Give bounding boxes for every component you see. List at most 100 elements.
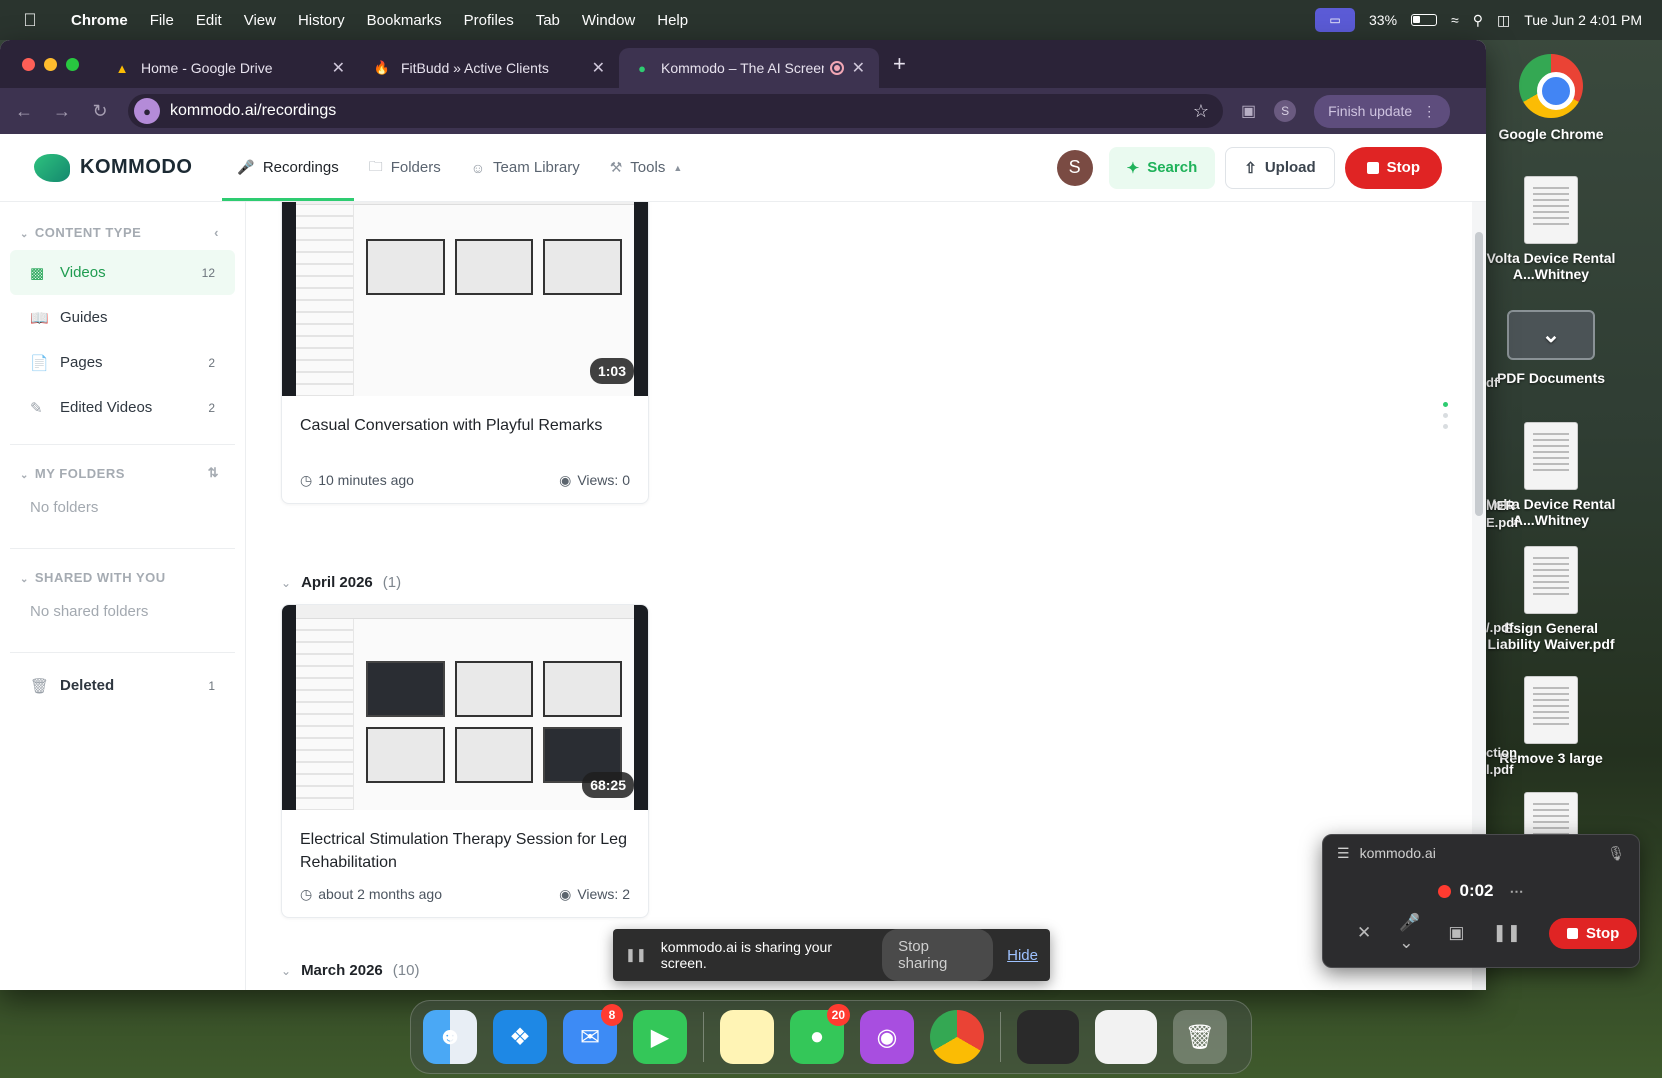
trash-icon: 🗑 <box>30 677 50 695</box>
menu-tab[interactable]: Tab <box>525 12 571 29</box>
sidebar: ⌄ CONTENT TYPE ‹ ▩ Videos 12 📖 Guides 📄 P… <box>0 202 246 990</box>
mail-icon[interactable]: ✉ 8 <box>563 1004 623 1064</box>
desktop-icon-volta-1[interactable]: Volta Device Rental A...Whitney <box>1476 176 1626 282</box>
profile-avatar[interactable]: S <box>1274 100 1297 122</box>
facetime-icon[interactable]: ▶ <box>633 1010 687 1064</box>
close-tab-icon[interactable]: ✕ <box>332 58 345 78</box>
desktop-partial-label: ction <box>1486 745 1518 760</box>
stop-sharing-button[interactable]: Stop sharing <box>882 929 994 981</box>
kommodo-logo[interactable]: KOMMODO <box>34 153 192 182</box>
screen-mirroring-icon[interactable]: ▭ <box>1315 8 1355 32</box>
sidebar-item-deleted[interactable]: 🗑 Deleted 1 <box>10 663 235 708</box>
group-header-march-2026[interactable]: ⌄ March 2026 (10) <box>281 962 419 979</box>
tab-google-drive[interactable]: ▲ Home - Google Drive ✕ <box>99 48 359 88</box>
mic-icon[interactable]: ● <box>134 98 160 124</box>
pause-icon[interactable]: ❚❚ <box>1492 923 1521 943</box>
notes-icon[interactable] <box>720 1010 774 1064</box>
menu-app-chrome[interactable]: Chrome <box>60 12 139 29</box>
finish-update-button[interactable]: Finish update ⋮ <box>1314 94 1451 128</box>
camera-off-icon[interactable]: ▣ <box>1448 923 1464 943</box>
forward-arrow-icon[interactable]: → <box>52 101 72 122</box>
close-window-button[interactable] <box>22 57 35 71</box>
group-header-april-2026[interactable]: ⌄ April 2026 (1) <box>281 574 401 591</box>
scrollbar-thumb[interactable] <box>1475 232 1483 516</box>
desktop-icon-pdf-documents[interactable]: ⌄ PDF Documents <box>1476 310 1626 386</box>
battery-icon[interactable] <box>1411 14 1438 26</box>
chevron-down-icon: ⌄ <box>20 573 29 585</box>
tab-fitbudd[interactable]: 🔥 FitBudd » Active Clients ✕ <box>359 48 619 88</box>
minimize-window-button[interactable] <box>44 57 57 71</box>
tab-bar: ▲ Home - Google Drive ✕ 🔥 FitBudd » Acti… <box>0 40 1486 88</box>
bookmark-star-icon[interactable]: ☆ <box>1193 101 1209 122</box>
video-title[interactable]: Casual Conversation with Playful Remarks <box>300 414 630 460</box>
sidebar-item-guides[interactable]: 📖 Guides <box>10 295 235 340</box>
nav-team-library[interactable]: ☺ Team Library <box>456 134 595 201</box>
mic-icon[interactable]: 🎙 <box>1607 845 1625 862</box>
user-avatar[interactable]: S <box>1056 149 1093 186</box>
menu-view[interactable]: View <box>233 12 287 29</box>
more-options-icon[interactable]: ⋯ <box>1510 883 1524 900</box>
finder-icon[interactable]: ☻ <box>423 1010 477 1064</box>
sidebar-item-videos[interactable]: ▩ Videos 12 <box>10 250 235 295</box>
video-title[interactable]: Electrical Stimulation Therapy Session f… <box>300 828 630 874</box>
hide-link[interactable]: Hide <box>1007 947 1038 964</box>
nav-tools[interactable]: ⚒ Tools ▲ <box>595 134 698 201</box>
close-tab-icon[interactable]: ✕ <box>852 58 865 78</box>
video-card[interactable]: 1:03 Casual Conversation with Playful Re… <box>281 202 649 504</box>
recent-document-thumbnail-icon[interactable] <box>1095 1010 1157 1064</box>
close-tab-icon[interactable]: ✕ <box>592 58 605 78</box>
address-bar[interactable]: ● kommodo.ai/recordings ☆ <box>128 94 1223 128</box>
nav-recordings[interactable]: 🎤 Recordings <box>222 134 355 201</box>
section-content-type[interactable]: ⌄ CONTENT TYPE ‹ <box>0 214 245 250</box>
chrome-icon[interactable] <box>930 1010 984 1064</box>
control-center-icon[interactable]: ◫ <box>1497 12 1510 29</box>
wifi-icon[interactable]: ≈ <box>1451 12 1459 28</box>
settings-sliders-icon[interactable]: ☰ <box>1337 845 1350 862</box>
stop-recording-button[interactable]: Stop <box>1344 146 1442 189</box>
recent-window-thumbnail-icon[interactable] <box>1017 1010 1079 1064</box>
new-tab-button[interactable]: + <box>893 51 906 77</box>
video-card[interactable]: 68:25 Electrical Stimulation Therapy Ses… <box>281 604 649 918</box>
desktop-partial-label: l.pdf <box>1486 762 1514 777</box>
maximize-window-button[interactable] <box>66 57 79 71</box>
chrome-icon <box>1519 54 1583 118</box>
menu-help[interactable]: Help <box>646 12 699 29</box>
menu-bookmarks[interactable]: Bookmarks <box>356 12 453 29</box>
trash-icon[interactable]: 🗑 <box>1173 1010 1227 1064</box>
desktop-icon-esign-waiver[interactable]: Esign General Liability Waiver.pdf <box>1476 546 1626 652</box>
chrome-window: ▲ Home - Google Drive ✕ 🔥 FitBudd » Acti… <box>0 40 1486 990</box>
video-duration: 1:03 <box>589 358 634 384</box>
collapse-sidebar-icon[interactable]: ‹ <box>214 225 219 240</box>
mic-toggle-icon[interactable]: 🎤⌄ <box>1399 913 1420 953</box>
sidebar-item-edited-videos[interactable]: ✎ Edited Videos 2 <box>10 385 235 430</box>
section-my-folders[interactable]: ⌄ MY FOLDERS ⇅ <box>0 455 245 491</box>
desktop-partial-label: MER <box>1486 498 1515 513</box>
menubar-clock[interactable]: Tue Jun 2 4:01 PM <box>1524 12 1642 28</box>
menu-edit[interactable]: Edit <box>185 12 233 29</box>
sort-icon[interactable]: ⇅ <box>208 465 219 481</box>
menu-file[interactable]: File <box>139 12 185 29</box>
recorder-stop-button[interactable]: Stop <box>1548 917 1638 949</box>
desktop-icon-google-chrome[interactable]: Google Chrome <box>1476 48 1626 142</box>
search-button[interactable]: ✦ Search <box>1108 146 1216 189</box>
menu-history[interactable]: History <box>287 12 356 29</box>
reload-icon[interactable]: ↻ <box>90 101 110 122</box>
safari-icon[interactable]: ❖ <box>493 1010 547 1064</box>
video-thumbnail[interactable]: 1:03 <box>282 202 648 396</box>
apple-menu-icon[interactable]:  <box>0 10 60 31</box>
nav-folders[interactable]: 🗀 Folders <box>354 134 456 201</box>
tab-search-icon[interactable]: ▣ <box>1241 101 1256 121</box>
menu-window[interactable]: Window <box>571 12 646 29</box>
menu-profiles[interactable]: Profiles <box>453 12 525 29</box>
tab-kommodo[interactable]: ● Kommodo – The AI Screen ✕ <box>619 48 879 88</box>
video-thumbnail[interactable]: 68:25 <box>282 605 648 810</box>
discard-icon[interactable]: ✕ <box>1357 923 1371 943</box>
back-arrow-icon[interactable]: ← <box>14 101 34 122</box>
section-shared-with-you[interactable]: ⌄ SHARED WITH YOU <box>0 559 245 595</box>
spotlight-search-icon[interactable]: ⚲ <box>1473 12 1483 29</box>
sidebar-item-pages[interactable]: 📄 Pages 2 <box>10 340 235 385</box>
messages-icon[interactable]: ● 20 <box>790 1004 850 1064</box>
upload-button[interactable]: ⇧ Upload <box>1225 146 1335 189</box>
chevron-down-icon: ⌄ <box>281 575 292 590</box>
podcasts-icon[interactable]: ◉ <box>860 1010 914 1064</box>
